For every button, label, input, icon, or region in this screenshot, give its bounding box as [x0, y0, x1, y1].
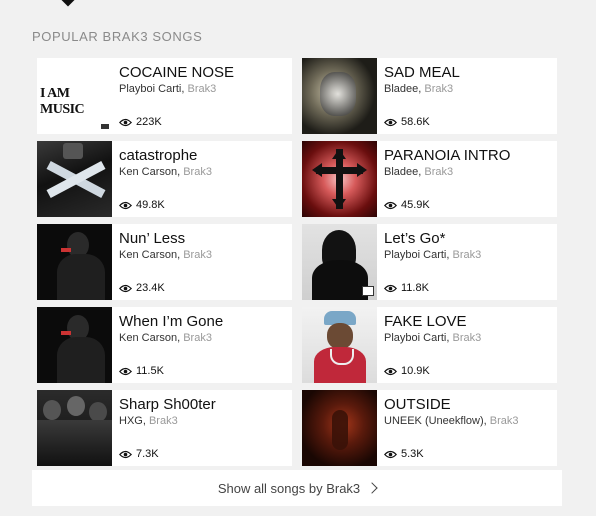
view-count-value: 11.8K [401, 282, 429, 294]
featured-artist[interactable]: Brak3 [183, 332, 212, 344]
album-art [37, 224, 112, 300]
eye-icon [384, 367, 397, 375]
song-title[interactable]: FAKE LOVE [384, 313, 551, 331]
view-count: 223K [119, 116, 162, 128]
primary-artist[interactable]: HXG [119, 415, 143, 427]
view-count: 49.8K [119, 199, 165, 211]
song-title[interactable]: SAD MEAL [384, 64, 551, 82]
song-artists: Ken Carson, Brak3 [119, 166, 212, 178]
album-art [37, 390, 112, 466]
featured-artist[interactable]: Brak3 [452, 332, 481, 344]
song-title[interactable]: PARANOIA INTRO [384, 147, 551, 165]
primary-artist[interactable]: Playboi Carti [119, 83, 181, 95]
featured-artist[interactable]: Brak3 [183, 166, 212, 178]
song-title[interactable]: When I’m Gone [119, 313, 286, 331]
song-card[interactable]: Let’s Go* Playboi Carti, Brak3 11.8K [302, 224, 557, 300]
primary-artist[interactable]: Bladee [384, 166, 418, 178]
primary-artist[interactable]: Bladee [384, 83, 418, 95]
view-count: 23.4K [119, 282, 165, 294]
album-art [302, 141, 377, 217]
song-artists: Bladee, Brak3 [384, 166, 454, 178]
show-all-songs-button[interactable]: Show all songs by Brak3 [32, 470, 562, 506]
eye-icon [119, 118, 132, 126]
view-count: 7.3K [119, 448, 159, 460]
cross-emblem-icon [312, 149, 367, 209]
eye-icon [384, 201, 397, 209]
view-count-value: 223K [136, 116, 162, 128]
song-artists: Playboi Carti, Brak3 [384, 249, 482, 261]
song-artists: Ken Carson, Brak3 [119, 332, 212, 344]
view-count-value: 5.3K [401, 448, 424, 460]
view-count-value: 10.9K [401, 365, 430, 377]
song-title[interactable]: COCAINE NOSE [119, 64, 286, 82]
song-card[interactable]: FAKE LOVE Playboi Carti, Brak3 10.9K [302, 307, 557, 383]
song-artists: UNEEK (Uneekflow), Brak3 [384, 415, 519, 427]
song-artists: Bladee, Brak3 [384, 83, 454, 95]
song-card[interactable]: Sharp Sh00ter HXG, Brak3 7.3K [37, 390, 292, 466]
featured-artist[interactable]: Brak3 [183, 249, 212, 261]
view-count-value: 58.6K [401, 116, 430, 128]
view-count: 11.8K [384, 282, 429, 294]
song-artists: Playboi Carti, Brak3 [119, 83, 217, 95]
eye-icon [119, 201, 132, 209]
album-art [302, 58, 377, 134]
album-art [302, 307, 377, 383]
song-title[interactable]: Sharp Sh00ter [119, 396, 286, 414]
songs-grid: I AM MUSIC COCAINE NOSE Playboi Carti, B… [37, 58, 558, 466]
view-count-value: 7.3K [136, 448, 159, 460]
song-artists: Ken Carson, Brak3 [119, 249, 212, 261]
album-art: I AM MUSIC [37, 58, 112, 134]
section-title: POPULAR BRAK3 SONGS [32, 29, 203, 44]
featured-artist[interactable]: Brak3 [187, 83, 216, 95]
primary-artist[interactable]: Ken Carson [119, 166, 177, 178]
primary-artist[interactable]: Ken Carson [119, 249, 177, 261]
song-title[interactable]: OUTSIDE [384, 396, 551, 414]
song-title[interactable]: Let’s Go* [384, 230, 551, 248]
song-card[interactable]: catastrophe Ken Carson, Brak3 49.8K [37, 141, 292, 217]
view-count: 5.3K [384, 448, 424, 460]
featured-artist[interactable]: Brak3 [424, 83, 453, 95]
eye-icon [119, 284, 132, 292]
eye-icon [384, 118, 397, 126]
primary-artist[interactable]: Playboi Carti [384, 332, 446, 344]
view-count-value: 23.4K [136, 282, 165, 294]
chevron-right-icon [366, 482, 378, 494]
song-artists: Playboi Carti, Brak3 [384, 332, 482, 344]
primary-artist[interactable]: Playboi Carti [384, 249, 446, 261]
primary-artist[interactable]: UNEEK (Uneekflow) [384, 415, 484, 427]
eye-icon [119, 367, 132, 375]
view-count: 45.9K [384, 199, 430, 211]
album-art [302, 224, 377, 300]
song-card[interactable]: OUTSIDE UNEEK (Uneekflow), Brak3 5.3K [302, 390, 557, 466]
song-card[interactable]: I AM MUSIC COCAINE NOSE Playboi Carti, B… [37, 58, 292, 134]
album-art-logo: I AM MUSIC [40, 86, 85, 117]
eye-icon [119, 450, 132, 458]
album-art [37, 141, 112, 217]
view-count-value: 11.5K [136, 365, 164, 377]
song-card[interactable]: PARANOIA INTRO Bladee, Brak3 45.9K [302, 141, 557, 217]
show-all-label: Show all songs by Brak3 [217, 480, 361, 496]
view-count-value: 49.8K [136, 199, 165, 211]
album-art [302, 390, 377, 466]
featured-artist[interactable]: Brak3 [149, 415, 178, 427]
featured-artist[interactable]: Brak3 [452, 249, 481, 261]
view-count-value: 45.9K [401, 199, 430, 211]
song-card[interactable]: When I’m Gone Ken Carson, Brak3 11.5K [37, 307, 292, 383]
song-card[interactable]: Nun’ Less Ken Carson, Brak3 23.4K [37, 224, 292, 300]
song-title[interactable]: Nun’ Less [119, 230, 286, 248]
view-count: 10.9K [384, 365, 430, 377]
view-count: 11.5K [119, 365, 164, 377]
song-card[interactable]: SAD MEAL Bladee, Brak3 58.6K [302, 58, 557, 134]
eye-icon [384, 284, 397, 292]
featured-artist[interactable]: Brak3 [490, 415, 519, 427]
primary-artist[interactable]: Ken Carson [119, 332, 177, 344]
song-title[interactable]: catastrophe [119, 147, 286, 165]
caret-indicator [59, 0, 77, 7]
album-art [37, 307, 112, 383]
view-count: 58.6K [384, 116, 430, 128]
eye-icon [384, 450, 397, 458]
song-artists: HXG, Brak3 [119, 415, 178, 427]
featured-artist[interactable]: Brak3 [424, 166, 453, 178]
